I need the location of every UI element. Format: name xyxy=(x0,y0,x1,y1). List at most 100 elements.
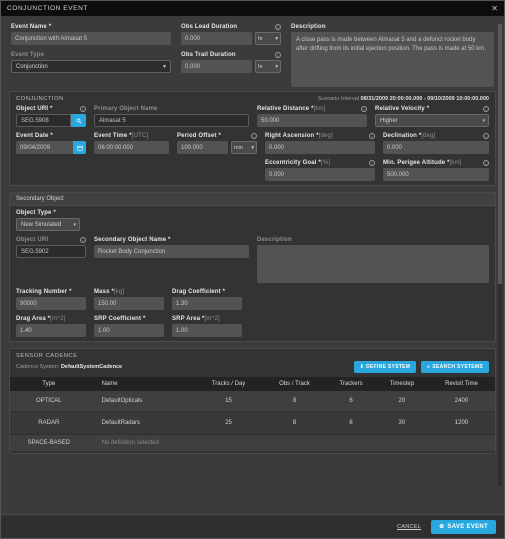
right-ascension-input[interactable]: 0.000 xyxy=(265,141,375,154)
event-name-input[interactable]: Conjunction with Almasat 5 xyxy=(11,32,171,45)
info-icon[interactable]: i xyxy=(361,106,367,112)
cell-name: DefaultOpticals xyxy=(87,391,195,413)
top-right-column: Description A close pass is made between… xyxy=(291,24,494,87)
save-icon: ⊕ xyxy=(439,524,445,530)
object-type-select[interactable]: New Simulated ▾ xyxy=(16,218,80,231)
secondary-object-uri-label: Object URI xyxy=(16,237,49,243)
event-date-input[interactable]: 09/04/2009 xyxy=(16,141,73,154)
object-type-label: Object Type * xyxy=(16,210,56,216)
calendar-icon xyxy=(76,145,83,151)
object-uri-input[interactable]: SEG.5908 xyxy=(16,114,71,127)
srp-area-group: SRP Area *[m^2] 1.00 xyxy=(172,316,242,337)
scrollbar-thumb[interactable] xyxy=(498,24,502,284)
search-icon xyxy=(76,118,81,123)
calendar-icon-button[interactable] xyxy=(73,141,86,154)
min-perigee-altitude-input[interactable]: 500.000 xyxy=(383,168,489,181)
download-icon: ⬇ xyxy=(359,364,365,370)
srp-area-input[interactable]: 1.00 xyxy=(172,324,242,337)
drag-area-input[interactable]: 1.40 xyxy=(16,324,86,337)
event-time-input[interactable]: 06:00:00.000 xyxy=(94,141,169,154)
declination-label: Declination *[deg] xyxy=(383,133,436,139)
info-icon[interactable]: i xyxy=(275,24,281,30)
table-row[interactable]: RADAR DefaultRadars 25 8 6 30 1200 xyxy=(10,412,495,435)
secondary-description-group: Description xyxy=(257,237,489,283)
obs-lead-label: Obs Lead Duration xyxy=(181,24,238,30)
sensor-cadence-title: SENSOR CADENCE xyxy=(16,353,78,359)
chevron-down-icon: ▼ xyxy=(162,63,167,70)
info-icon[interactable]: i xyxy=(483,106,489,112)
cell-type: RADAR xyxy=(10,412,88,435)
primary-object-name-input[interactable]: Almasat 5 xyxy=(94,114,249,127)
obs-lead-input[interactable]: 0.000 xyxy=(181,32,252,45)
close-icon[interactable]: ✕ xyxy=(491,4,498,13)
search-systems-button[interactable]: ⌕ SEARCH SYSTEMS xyxy=(421,361,489,373)
col-revisit-time: Revisit Time xyxy=(427,377,495,391)
info-icon[interactable]: i xyxy=(369,133,375,139)
info-icon[interactable]: i xyxy=(80,106,86,112)
cell-revisit: 2400 xyxy=(427,391,495,413)
declination-input[interactable]: 0.000 xyxy=(383,141,489,154)
secondary-object-uri-input[interactable]: SEG.5902 xyxy=(16,245,86,258)
min-perigee-altitude-label: Min. Perigee Altitude *[km] xyxy=(383,160,462,166)
info-icon[interactable]: i xyxy=(80,237,86,243)
conjunction-panel-header: CONJUNCTION Scenario Interval 08/31/2009… xyxy=(10,92,495,104)
eccentricity-goal-input[interactable]: 0.000 xyxy=(265,168,375,181)
save-event-button[interactable]: ⊕ SAVE EVENT xyxy=(431,519,496,534)
period-offset-label: Period Offset * xyxy=(177,133,221,139)
cadence-system: Cadence System: DefaultSystemCadence xyxy=(16,364,122,370)
srp-coefficient-input[interactable]: 1.00 xyxy=(94,324,164,337)
dialog-title: CONJUNCTION EVENT xyxy=(7,5,88,12)
info-icon[interactable]: i xyxy=(483,133,489,139)
secondary-description-textarea[interactable] xyxy=(257,245,489,283)
srp-coefficient-group: SRP Coefficient * 1.00 xyxy=(94,316,164,337)
description-label: Description xyxy=(291,24,326,30)
mass-group: Mass *[kg] 150.00 xyxy=(94,289,164,310)
info-icon[interactable]: i xyxy=(275,52,281,58)
secondary-object-uri-group: Object URI i SEG.5902 xyxy=(16,237,86,283)
cell-name: DefaultRadars xyxy=(87,412,195,435)
event-time-group: Event Time *[UTC] 06:00:00.000 xyxy=(94,133,169,154)
relative-velocity-select[interactable]: Higher ▾ xyxy=(375,114,489,127)
info-icon[interactable]: i xyxy=(251,133,257,139)
cell-trackers: 6 xyxy=(326,412,376,435)
obs-trail-unit-select[interactable]: hr ▾ xyxy=(255,60,281,73)
col-trackers: Trackers xyxy=(326,377,376,391)
obs-lead-group: Obs Lead Duration i 0.000 hr ▾ xyxy=(181,24,281,45)
table-body: OPTICAL DefaultOpticals 15 8 6 20 2400 R… xyxy=(10,391,495,453)
tracking-number-input[interactable]: 90000 xyxy=(16,297,86,310)
description-textarea[interactable]: A close pass is made between Almasat 5 a… xyxy=(291,32,494,87)
object-uri-label: Object URI * xyxy=(16,106,53,112)
search-icon-button[interactable] xyxy=(71,114,86,127)
mass-label: Mass *[kg] xyxy=(94,289,125,295)
relative-distance-label: Relative Distance *[km] xyxy=(257,106,326,112)
relative-distance-input[interactable]: 50.000 xyxy=(257,114,367,127)
save-event-label: SAVE EVENT xyxy=(447,523,488,530)
secondary-object-name-label: Secondary Object Name * xyxy=(94,237,171,243)
event-name-group: Event Name * Conjunction with Almasat 5 xyxy=(11,24,171,45)
scenario-interval-label: Scenario Interval xyxy=(317,96,360,102)
search-icon: ⌕ xyxy=(427,364,431,370)
table-row[interactable]: OPTICAL DefaultOpticals 15 8 6 20 2400 xyxy=(10,391,495,413)
cell-revisit: 1200 xyxy=(427,412,495,435)
dialog-footer: CANCEL ⊕ SAVE EVENT xyxy=(1,514,504,538)
info-icon[interactable]: i xyxy=(483,160,489,166)
period-offset-unit-select[interactable]: min ▾ xyxy=(231,141,257,154)
table-row[interactable]: SPACE-BASED No definition selected xyxy=(10,434,495,453)
drag-coefficient-input[interactable]: 1.30 xyxy=(172,297,242,310)
cancel-button[interactable]: CANCEL xyxy=(397,524,421,530)
mass-input[interactable]: 150.00 xyxy=(94,297,164,310)
obs-lead-unit-select[interactable]: hr ▾ xyxy=(255,32,281,45)
period-offset-input[interactable]: 100.000 xyxy=(177,141,228,154)
dialog-body: Event Name * Conjunction with Almasat 5 … xyxy=(1,16,504,514)
define-system-button[interactable]: ⬇ DEFINE SYSTEM xyxy=(353,361,417,373)
event-type-select[interactable]: Conjunction ▼ xyxy=(11,60,171,73)
col-name: Name xyxy=(87,377,195,391)
drag-coefficient-label: Drag Coefficient * xyxy=(172,289,226,295)
obs-trail-input[interactable]: 0.000 xyxy=(181,60,252,73)
cell-obs-track: 8 xyxy=(262,412,327,435)
tracking-number-group: Tracking Number * 90000 xyxy=(16,289,86,310)
scrollbar-track[interactable] xyxy=(498,24,502,486)
info-icon[interactable]: i xyxy=(369,160,375,166)
secondary-object-name-input[interactable]: Rocket Body Conjunction xyxy=(94,245,249,258)
col-obs-track: Obs / Track xyxy=(262,377,327,391)
